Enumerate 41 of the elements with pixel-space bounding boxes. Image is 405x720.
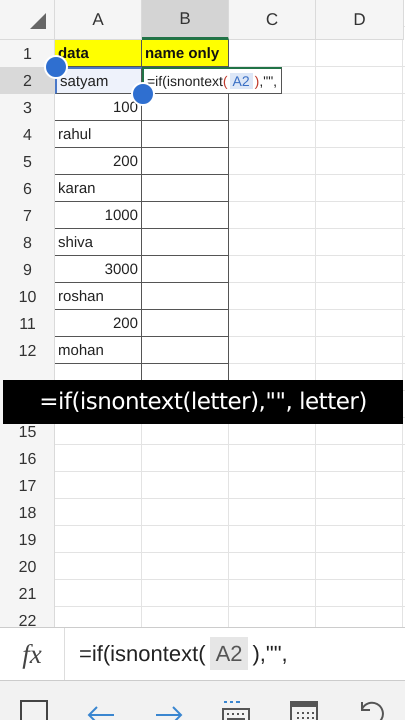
row-header[interactable]: 3 (0, 94, 55, 121)
row-header[interactable]: 6 (0, 175, 55, 202)
row-header[interactable]: 16 (0, 445, 55, 472)
row-header[interactable]: 21 (0, 580, 55, 607)
keyboard-icon[interactable] (221, 699, 252, 720)
row-header[interactable]: 7 (0, 202, 55, 229)
table-cell: 200 (55, 148, 142, 175)
row-header[interactable]: 22 (0, 607, 55, 627)
column-header[interactable]: D (316, 0, 404, 40)
row-header[interactable]: 1 (0, 40, 55, 67)
table-cell: 200 (55, 310, 142, 337)
column-header[interactable]: A (55, 0, 142, 40)
table-cell: 1000 (55, 202, 142, 229)
table-cell: rahul (55, 121, 142, 148)
row-header[interactable]: 20 (0, 553, 55, 580)
table-cell: roshan (55, 283, 142, 310)
column-header[interactable]: B (142, 0, 229, 40)
table-cell: name only (142, 40, 229, 67)
caption-overlay: =if(isnontext(letter),"", letter) (3, 380, 403, 424)
table-cell: shiva (55, 229, 142, 256)
table-cell: mohan (55, 337, 142, 364)
calendar-icon[interactable] (288, 699, 319, 720)
row-header[interactable]: 10 (0, 283, 55, 310)
table-cell: data (55, 40, 142, 67)
editing-cell[interactable]: =if(isnontext( A2 ),"", (142, 67, 282, 94)
column-header[interactable]: C (229, 0, 316, 40)
row-header[interactable]: 2 (0, 67, 55, 94)
select-all-icon[interactable] (30, 13, 46, 29)
row-header[interactable]: 12 (0, 337, 55, 364)
function-label[interactable]: fx (0, 628, 65, 680)
table-cell: 3000 (55, 256, 142, 283)
row-header[interactable]: 18 (0, 499, 55, 526)
row-header[interactable]: 19 (0, 526, 55, 553)
row-header[interactable]: 11 (0, 310, 55, 337)
table-cell: satyam (55, 67, 142, 94)
row-header[interactable]: 8 (0, 229, 55, 256)
row-header[interactable]: 17 (0, 472, 55, 499)
table-cell: karan (55, 175, 142, 202)
row-header[interactable]: 4 (0, 121, 55, 148)
row-header[interactable]: 5 (0, 148, 55, 175)
row-header[interactable]: 9 (0, 256, 55, 283)
